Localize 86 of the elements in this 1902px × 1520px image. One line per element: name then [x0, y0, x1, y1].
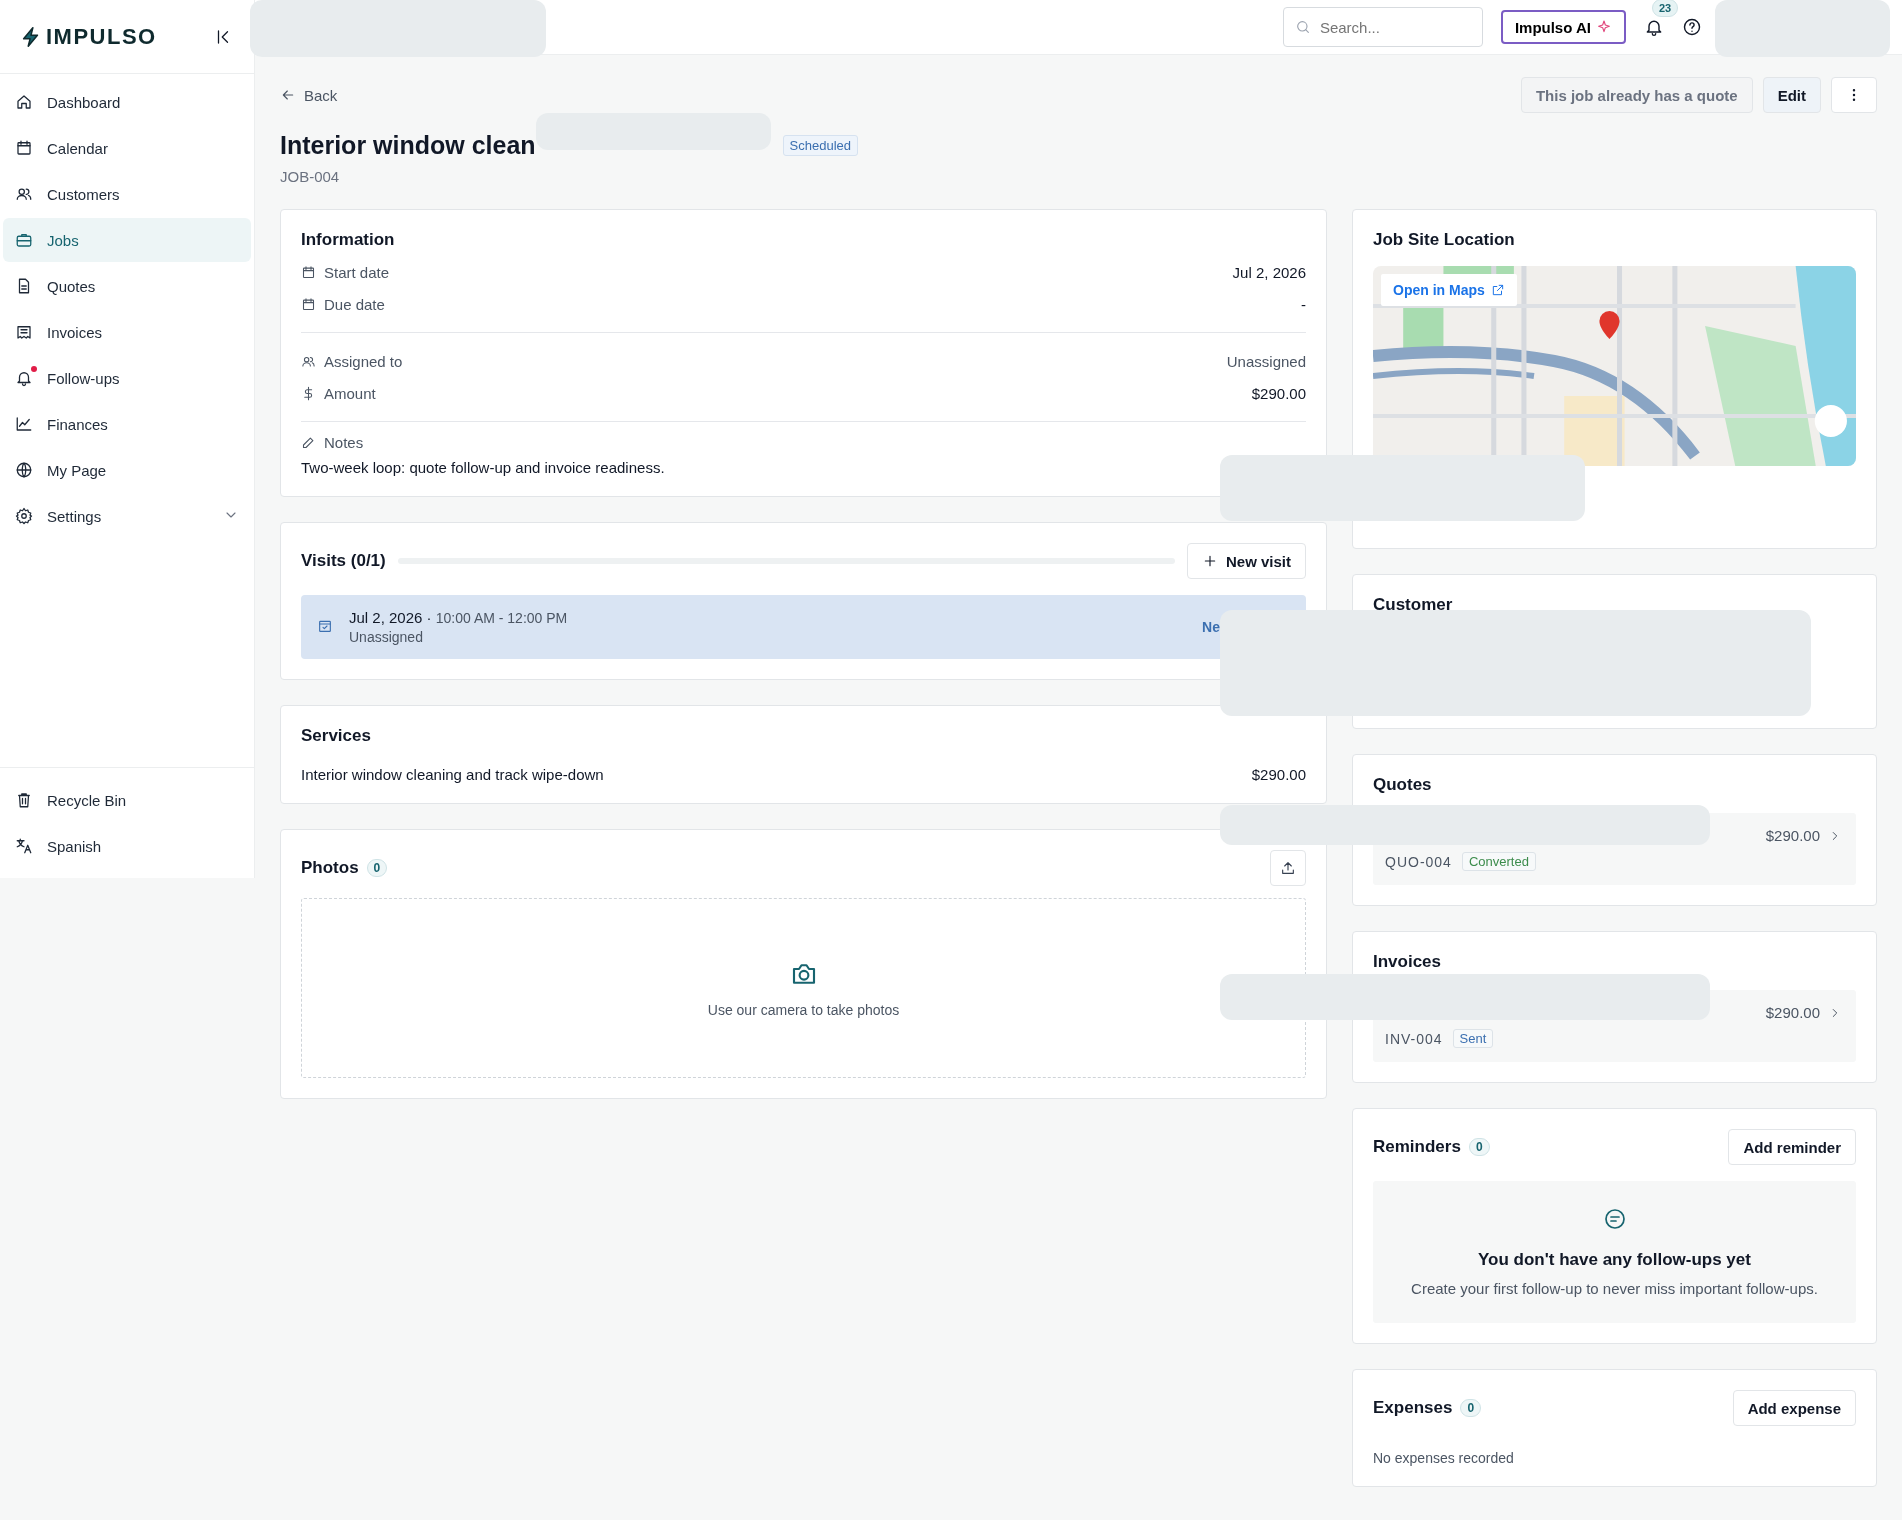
- sidebar-item[interactable]: My Page: [3, 448, 251, 492]
- visit-date: Jul 2, 2026 · 10:00 AM - 12:00 PM: [349, 609, 568, 626]
- sidebar-item[interactable]: Spanish: [3, 824, 251, 868]
- count-badge: 0: [366, 859, 388, 877]
- search-field[interactable]: Search...: [1282, 7, 1483, 47]
- field-label: Assigned to: [324, 352, 403, 370]
- card-title: Services: [301, 726, 372, 746]
- arrow-left-icon: [280, 87, 296, 103]
- sidebar-item[interactable]: Recycle Bin: [3, 778, 251, 822]
- home-icon: [15, 93, 33, 111]
- field-label: Notes: [324, 434, 364, 451]
- card-title: Quotes: [1373, 775, 1433, 795]
- card-title: Visits (0/1): [301, 551, 386, 571]
- upload-button[interactable]: [1270, 850, 1306, 886]
- visit-item[interactable]: Jul 2, 2026 · 10:00 AM - 12:00 PM Unassigned Ne: [301, 595, 1306, 659]
- add-reminder-button[interactable]: Add reminder: [1728, 1129, 1856, 1165]
- field-value: -: [1301, 295, 1306, 313]
- status-badge: Scheduled: [782, 135, 859, 156]
- sidebar-item[interactable]: Follow-ups: [3, 356, 251, 400]
- chart-icon: [15, 415, 33, 433]
- empty-text: Create your first follow-up to never miss important follow-ups.: [1411, 1280, 1818, 1297]
- edit-icon: [301, 435, 316, 450]
- card-title: Photos: [301, 858, 359, 878]
- gear-icon: [15, 507, 33, 525]
- card-title: Customer: [1373, 595, 1454, 615]
- service-price: $290.00: [1251, 766, 1306, 783]
- status-badge: Sent: [1452, 1029, 1494, 1048]
- sidebar-item[interactable]: Dashboard: [3, 80, 251, 124]
- external-link-icon: [1490, 283, 1505, 297]
- new-visit-button[interactable]: New visit: [1186, 543, 1306, 579]
- empty-title: You don't have any follow-ups yet: [1478, 1250, 1751, 1270]
- field-value: Unassigned: [1226, 352, 1306, 370]
- field-label: Start date: [324, 263, 390, 281]
- field-label: Due date: [324, 295, 385, 313]
- visit-assignee: Unassigned: [349, 629, 424, 645]
- amount: $290.00: [1765, 827, 1820, 844]
- ai-button[interactable]: Impulso AI: [1500, 10, 1626, 44]
- card-title: Reminders: [1373, 1137, 1461, 1157]
- page-title: Interior window clean: [280, 131, 536, 160]
- calendar-icon: [301, 264, 316, 280]
- search-icon: [1294, 19, 1311, 35]
- card-title: Invoices: [1373, 952, 1443, 972]
- card-title: Expenses: [1373, 1398, 1453, 1418]
- sidebar-item[interactable]: Calendar: [3, 126, 251, 170]
- add-expense-button[interactable]: Add expense: [1732, 1390, 1856, 1426]
- document-number: INV-004: [1385, 1030, 1443, 1047]
- chat-icon: [1602, 1207, 1627, 1231]
- briefcase-icon: [15, 231, 33, 249]
- sidebar-item[interactable]: Settings: [3, 494, 251, 538]
- sidebar-item[interactable]: Customers: [3, 172, 251, 216]
- count-badge: 0: [1468, 1138, 1490, 1156]
- status-badge: Converted: [1461, 852, 1536, 871]
- field-value: Jul 2, 2026: [1232, 263, 1306, 281]
- visit-tag: Ne: [1202, 619, 1220, 635]
- notes-text: Two-week loop: quote follow-up and invoice readiness.: [301, 459, 666, 476]
- amount: $290.00: [1765, 1004, 1820, 1021]
- card-title: Information: [301, 230, 396, 250]
- translate-icon: [15, 837, 33, 855]
- empty-text: Use our camera to take photos: [707, 1001, 900, 1018]
- calendar-icon: [15, 139, 33, 157]
- upload-icon: [1280, 860, 1296, 876]
- job-number: JOB-004: [280, 168, 341, 185]
- field-value: $290.00: [1251, 384, 1306, 402]
- notification-count: 23: [1652, 0, 1679, 17]
- help-icon: [1682, 17, 1702, 37]
- receipt-icon: [15, 323, 33, 341]
- quote-notice-button[interactable]: This job already has a quote: [1520, 77, 1753, 113]
- sparkle-icon: [1596, 19, 1612, 35]
- logo[interactable]: IMPULSO: [20, 23, 157, 50]
- globe-icon: [15, 461, 33, 479]
- open-in-maps-link[interactable]: Open in Maps: [1381, 274, 1517, 306]
- card-title: Job Site Location: [1373, 230, 1516, 250]
- back-link[interactable]: Back: [280, 86, 338, 104]
- count-badge: 0: [1460, 1399, 1482, 1417]
- trash-icon: [15, 791, 33, 809]
- sidebar-item[interactable]: Invoices: [3, 310, 251, 354]
- field-label: Amount: [324, 384, 376, 402]
- document-number: QUO-004: [1385, 853, 1452, 870]
- empty-text: No expenses recorded: [1373, 1450, 1515, 1466]
- sidebar-item[interactable]: Quotes: [3, 264, 251, 308]
- service-name: Interior window cleaning and track wipe-down: [301, 766, 604, 783]
- edit-button[interactable]: Edit: [1762, 77, 1821, 113]
- sidebar-item[interactable]: Finances: [3, 402, 251, 446]
- sidebar-item[interactable]: Jobs: [3, 218, 251, 262]
- calendar-icon: [301, 296, 316, 312]
- bell-icon: [15, 369, 33, 387]
